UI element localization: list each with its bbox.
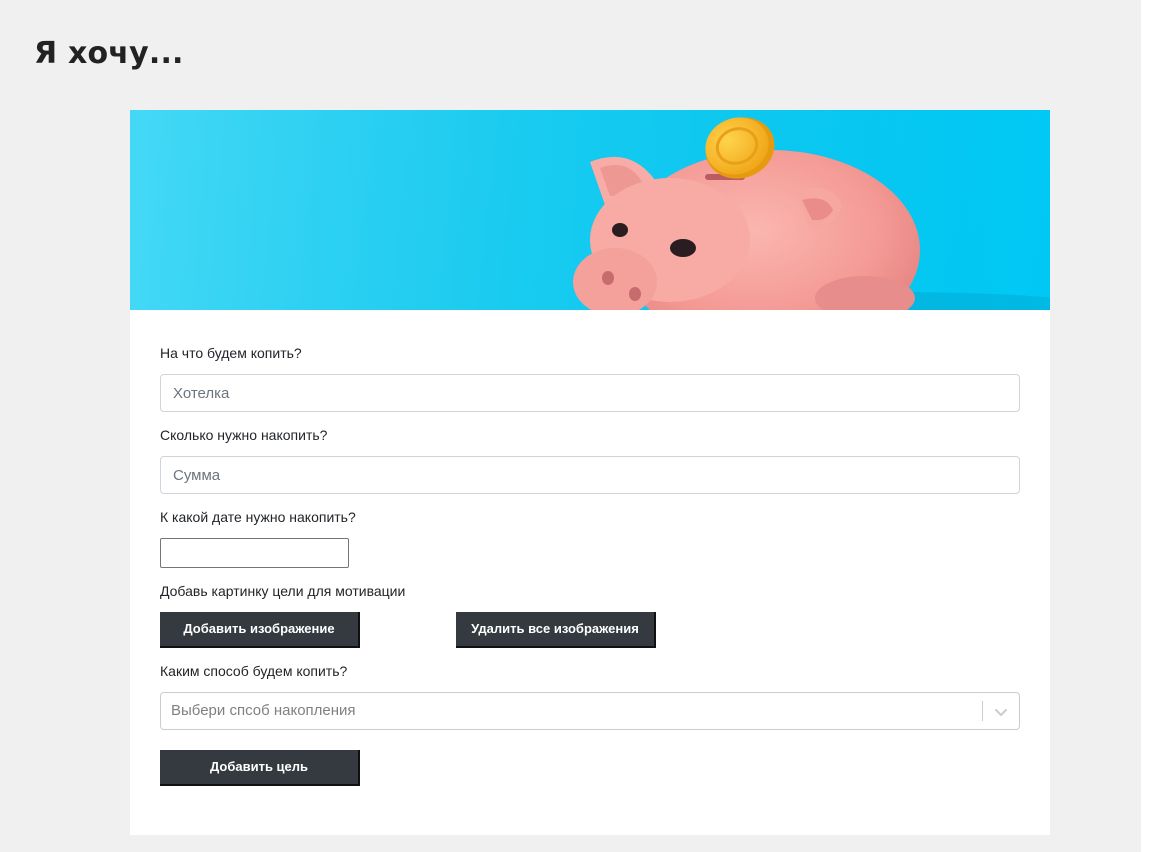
goal-form-card: На что будем копить? Сколько нужно накоп…	[130, 110, 1050, 835]
goal-input[interactable]	[160, 374, 1020, 412]
amount-label: Сколько нужно накопить?	[160, 427, 328, 443]
add-image-button[interactable]: Добавить изображение	[160, 612, 360, 648]
hero-banner	[130, 110, 1050, 310]
select-separator	[982, 701, 983, 721]
method-select[interactable]: Выбери спсоб накопления	[160, 692, 1020, 730]
date-input[interactable]	[160, 538, 349, 568]
page-background: Я хочу... На что будем копить? Хотелка С…	[0, 0, 1141, 852]
images-label: Добавь картинку цели для мотивации	[160, 583, 406, 599]
piggy-bank-illustration	[130, 110, 1050, 310]
method-select-placeholder: Выбери спсоб накопления	[171, 702, 356, 719]
date-label: К какой дате нужно накопить?	[160, 509, 356, 525]
chevron-down-icon[interactable]	[991, 702, 1011, 722]
add-goal-button[interactable]: Добавить цель	[160, 750, 360, 786]
method-label: Каким способ будем копить?	[160, 663, 348, 679]
goal-label: На что будем копить?	[160, 345, 302, 361]
page-title: Я хочу...	[34, 36, 184, 71]
remove-all-images-button[interactable]: Удалить все изображения	[456, 612, 656, 648]
amount-input[interactable]	[160, 456, 1020, 494]
